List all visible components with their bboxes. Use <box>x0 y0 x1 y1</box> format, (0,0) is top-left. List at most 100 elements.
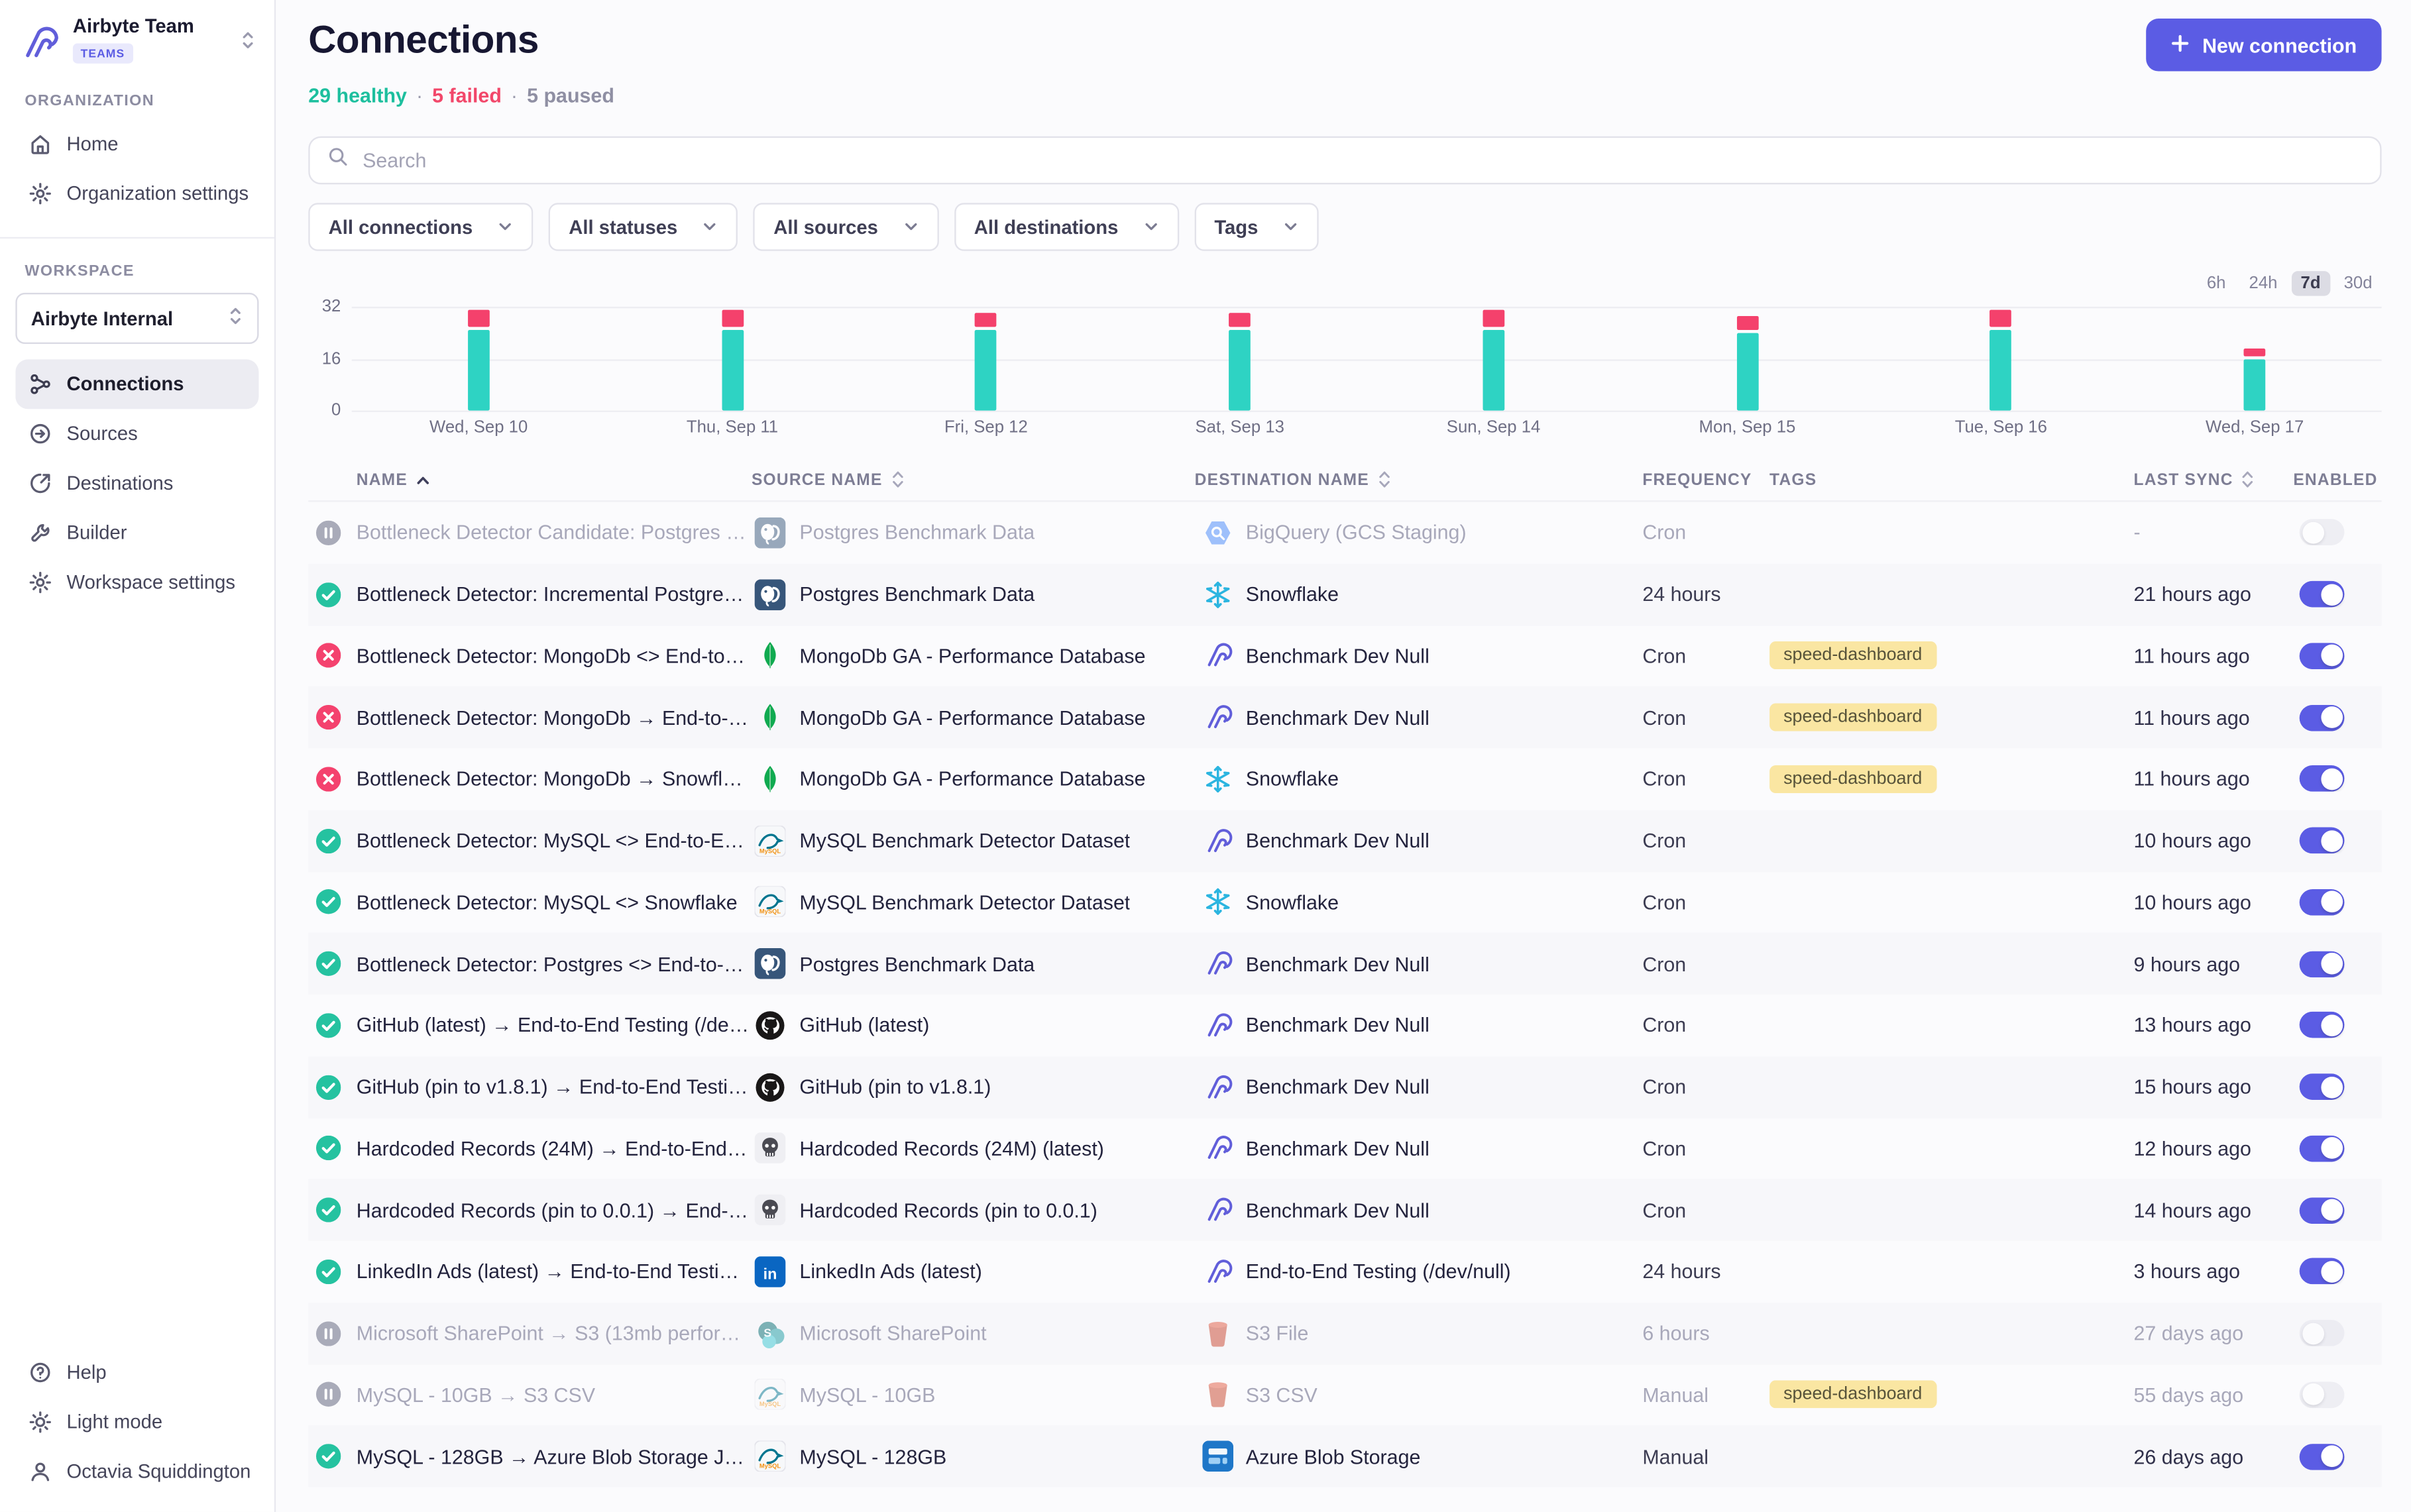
frequency-value: Cron <box>1642 644 1686 667</box>
frequency-value: 24 hours <box>1642 1260 1720 1283</box>
sidebar-footer-light-mode[interactable]: Light mode <box>15 1397 258 1447</box>
new-connection-button[interactable]: New connection <box>2147 19 2382 71</box>
table-row[interactable]: Bottleneck Detector: Incremental Postgre… <box>308 563 2381 625</box>
source-cell: Postgres Benchmark Data <box>750 579 1194 610</box>
destination-cell: Benchmark Dev Null <box>1193 825 1642 856</box>
workspace-selector[interactable]: Airbyte Internal <box>15 293 258 344</box>
enabled-toggle[interactable] <box>2300 1320 2345 1346</box>
source-cell: MySQLMySQL Benchmark Detector Dataset <box>750 887 1194 918</box>
sidebar-footer-octavia-squiddington[interactable]: Octavia Squiddington <box>15 1447 258 1497</box>
enabled-toggle[interactable] <box>2300 889 2345 916</box>
enabled-toggle[interactable] <box>2300 951 2345 977</box>
column-header-name[interactable]: NAME <box>308 470 750 489</box>
enabled-toggle[interactable] <box>2300 828 2345 854</box>
org-name: Airbyte Team <box>73 15 228 37</box>
workspace-section-label: WORKSPACE <box>25 263 249 280</box>
filter-dropdown-all-destinations[interactable]: All destinations <box>954 203 1178 250</box>
github-icon <box>755 1010 786 1041</box>
last-sync-value: 10 hours ago <box>2133 829 2251 852</box>
connection-name-cell: Bottleneck Detector: MySQL <> End-to-End… <box>308 828 750 853</box>
filter-dropdown-all-sources[interactable]: All sources <box>754 203 938 250</box>
enabled-toggle[interactable] <box>2300 704 2345 731</box>
org-switcher[interactable]: Airbyte Team TEAMS <box>15 0 258 68</box>
range-option-24h[interactable]: 24h <box>2240 271 2287 296</box>
enabled-toggle[interactable] <box>2300 1012 2345 1039</box>
table-row[interactable]: Bottleneck Detector: MySQL <> End-to-End… <box>308 810 2381 871</box>
table-row[interactable]: Hardcoded Records (24M) → End-to-End Te.… <box>308 1118 2381 1179</box>
frequency-cell: Cron <box>1642 1075 1769 1099</box>
table-row[interactable]: Microsoft SharePoint → S3 (13mb performa… <box>308 1303 2381 1364</box>
failed-bar <box>976 313 997 327</box>
source-cell: MongoDb GA - Performance Database <box>750 763 1194 794</box>
table-row[interactable]: Bottleneck Detector: MySQL <> SnowflakeM… <box>308 871 2381 933</box>
org-switcher-chevron-icon <box>240 29 255 51</box>
chart-bar-group <box>2128 349 2382 411</box>
table-row[interactable]: Bottleneck Detector: Postgres <> End-to-… <box>308 933 2381 995</box>
table-row[interactable]: Bottleneck Detector: MongoDb → Snowflake… <box>308 748 2381 810</box>
organization-section-label: ORGANIZATION <box>25 93 249 110</box>
enabled-toggle[interactable] <box>2300 519 2345 546</box>
sidebar-item-connections[interactable]: Connections <box>15 359 258 409</box>
table-row[interactable]: MySQL - 10GB → S3 CSVMySQLMySQL - 10GBS3… <box>308 1364 2381 1426</box>
table-row[interactable]: GitHub (pin to v1.8.1) → End-to-End Test… <box>308 1056 2381 1118</box>
s3-icon <box>1202 1379 1233 1411</box>
table-row[interactable]: GitHub (latest) → End-to-End Testing (/d… <box>308 995 2381 1056</box>
enabled-toggle[interactable] <box>2300 1381 2345 1408</box>
table-row[interactable]: LinkedIn Ads (latest) → End-to-End Testi… <box>308 1241 2381 1303</box>
source-name: Postgres Benchmark Data <box>799 521 1035 544</box>
enabled-toggle[interactable] <box>2300 643 2345 669</box>
table-row[interactable]: Bottleneck Detector: MongoDb → End-to-En… <box>308 686 2381 748</box>
last-sync-value: 21 hours ago <box>2133 582 2251 606</box>
healthy-bar <box>1229 329 1251 410</box>
frequency-value: Manual <box>1642 1383 1709 1407</box>
table-body: Bottleneck Detector Candidate: Postgres … <box>308 502 2381 1487</box>
connection-name-cell: Bottleneck Detector: MongoDb <> End-to-E… <box>308 643 750 668</box>
summary-healthy: 29 healthy <box>308 83 407 107</box>
destination-cell: Snowflake <box>1193 579 1642 610</box>
enabled-toggle[interactable] <box>2300 766 2345 792</box>
column-header-destination-name[interactable]: DESTINATION NAME <box>1193 469 1642 489</box>
sidebar-footer: HelpLight modeOctavia Squiddington <box>15 1348 258 1512</box>
enabled-toggle[interactable] <box>2300 1443 2345 1470</box>
enabled-toggle[interactable] <box>2300 1258 2345 1285</box>
x-axis-tick-label: Wed, Sep 10 <box>352 418 606 437</box>
column-header-last-sync[interactable]: LAST SYNC <box>2118 469 2280 489</box>
table-row[interactable]: Bottleneck Detector Candidate: Postgres … <box>308 502 2381 564</box>
source-cell: MySQLMySQL - 128GB <box>750 1441 1194 1472</box>
search-bar[interactable] <box>308 136 2381 184</box>
postgres-icon <box>755 948 786 979</box>
filter-dropdown-tags[interactable]: Tags <box>1194 203 1319 250</box>
status-healthy-icon <box>316 582 341 606</box>
sidebar-item-home[interactable]: Home <box>15 119 258 169</box>
source-cell: MongoDb GA - Performance Database <box>750 702 1194 733</box>
destination-name: Benchmark Dev Null <box>1246 1075 1430 1099</box>
source-name: GitHub (latest) <box>799 1014 929 1037</box>
enabled-toggle[interactable] <box>2300 1135 2345 1161</box>
source-cell: MySQLMySQL - 10GB <box>750 1379 1194 1411</box>
filter-dropdown-all-connections[interactable]: All connections <box>308 203 533 250</box>
table-row[interactable]: Bottleneck Detector: MongoDb <> End-to-E… <box>308 625 2381 686</box>
table-row[interactable]: MySQL - 128GB → Azure Blob Storage JSOn … <box>308 1426 2381 1487</box>
filter-dropdown-all-statuses[interactable]: All statuses <box>549 203 738 250</box>
frequency-cell: Cron <box>1642 767 1769 790</box>
sidebar-item-destinations[interactable]: Destinations <box>15 459 258 508</box>
sidebar-item-organization-settings[interactable]: Organization settings <box>15 169 258 219</box>
sidebar-item-sources[interactable]: Sources <box>15 409 258 459</box>
page-title: Connections <box>308 19 539 64</box>
range-option-30d[interactable]: 30d <box>2335 271 2382 296</box>
search-input[interactable] <box>363 148 2363 172</box>
sidebar-item-destinations-label: Destinations <box>67 472 174 494</box>
enabled-toggle[interactable] <box>2300 1074 2345 1101</box>
range-option-7d[interactable]: 7d <box>2292 271 2330 296</box>
toggle-knob <box>2320 706 2342 728</box>
column-header-label: LAST SYNC <box>2133 470 2233 489</box>
sidebar-item-workspace-settings[interactable]: Workspace settings <box>15 558 258 608</box>
range-option-6h[interactable]: 6h <box>2198 271 2235 296</box>
sidebar-item-builder[interactable]: Builder <box>15 508 258 558</box>
enabled-toggle[interactable] <box>2300 581 2345 608</box>
table-row[interactable]: Hardcoded Records (pin to 0.0.1) → End-t… <box>308 1179 2381 1241</box>
enabled-toggle[interactable] <box>2300 1197 2345 1223</box>
sidebar-footer-help[interactable]: Help <box>15 1348 258 1397</box>
column-header-source-name[interactable]: SOURCE NAME <box>750 469 1194 489</box>
help-icon <box>28 1360 52 1385</box>
